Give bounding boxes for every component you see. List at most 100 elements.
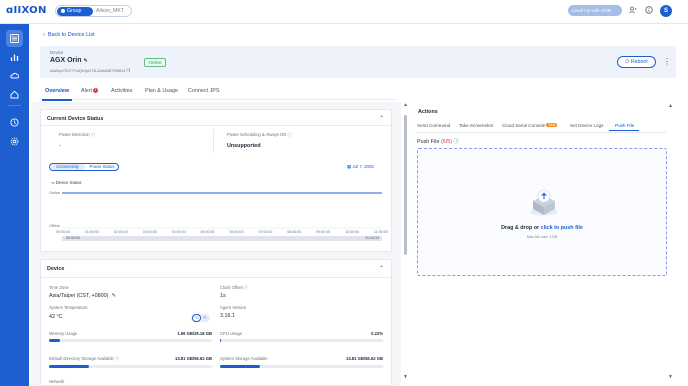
- date-picker-value: Jul 7, 2025: [352, 164, 374, 169]
- time-zone-label: Time Zone: [49, 285, 69, 290]
- sidebar-item-home[interactable]: [6, 86, 23, 103]
- scope-org-button[interactable]: Allxon_MKT: [96, 7, 124, 16]
- top-bar: ɑIIXON Group Allxon_MKT Level Up with OO…: [0, 0, 688, 24]
- x-tick-label: 04:00:00: [171, 230, 186, 234]
- device-list-icon: [10, 34, 19, 43]
- cpu-usage-bar: [220, 339, 383, 342]
- home-icon: [10, 90, 19, 99]
- celsius-option[interactable]: °C: [192, 314, 201, 322]
- device-tabs: Overview Alert 1 Activities Plan & Usage …: [40, 86, 395, 100]
- beta-badge: Beta: [546, 123, 558, 127]
- scope-group-label: Group: [67, 8, 82, 14]
- info-icon[interactable]: ⓘ: [91, 132, 95, 137]
- level-up-label: Level Up with OOB: [572, 8, 612, 13]
- collapse-chevron-icon[interactable]: ⌃: [379, 115, 384, 122]
- max-file-size-text: Max file size: 1GB: [526, 235, 558, 239]
- actions-tab-divider: [416, 132, 666, 133]
- system-temperature-label: System Temperature: [49, 305, 88, 310]
- date-picker[interactable]: ▦ Jul 7, 2025: [347, 164, 374, 170]
- chart-title-text: Device Status: [55, 180, 82, 185]
- right-scroll-up-icon[interactable]: ▲: [668, 103, 673, 109]
- time-zone-value: Asia/Taipei (CST, +0800) ✎: [49, 293, 116, 299]
- default-directory-bar: [49, 365, 212, 368]
- tab-connect-jps[interactable]: Connect JPS: [188, 88, 219, 94]
- info-icon[interactable]: ⓘ: [288, 132, 292, 137]
- power-status-pill[interactable]: Power Status: [85, 164, 119, 170]
- sidebar-item-history[interactable]: [6, 114, 23, 131]
- device-id: #AAfpU7K2TTuiQhJpDTfL2AA5087935D3 ❐: [50, 68, 130, 73]
- actions-title: Actions: [418, 109, 438, 115]
- x-tick-label: 11:00:00: [374, 230, 388, 234]
- tab-push-file[interactable]: Push File: [615, 123, 634, 128]
- tab-send-command[interactable]: Send Command: [417, 123, 450, 128]
- scroll-down-icon[interactable]: ▼: [403, 374, 408, 380]
- device-label: Device: [50, 50, 64, 55]
- temperature-unit-toggle[interactable]: °C °F: [191, 314, 210, 322]
- fahrenheit-option[interactable]: °F: [203, 314, 207, 322]
- network-label: Network: [49, 379, 65, 384]
- x-tick-label: 01:00:00: [84, 230, 99, 234]
- right-scroll-down-icon[interactable]: ▼: [668, 374, 673, 380]
- info-icon[interactable]: [644, 6, 653, 15]
- agent-version-label: Agent Version: [220, 305, 247, 310]
- cloud-icon: [10, 72, 19, 79]
- back-to-device-list-link[interactable]: ‹ Back to Device List: [43, 32, 95, 38]
- level-up-button[interactable]: Level Up with OOB: [568, 5, 622, 16]
- more-menu-icon[interactable]: ⋮: [663, 57, 671, 67]
- sidebar-item-settings[interactable]: [6, 133, 23, 150]
- time-range-slider[interactable]: 00:00:00 11:14:34: [62, 236, 382, 241]
- connectivity-pill[interactable]: Connectivity: [50, 164, 85, 170]
- drop-text: Drag & drop or: [501, 225, 540, 231]
- reboot-button[interactable]: ⏻ Reboot: [617, 56, 656, 68]
- power-detection-value: -: [59, 143, 61, 149]
- user-avatar[interactable]: S: [660, 5, 672, 17]
- device-id-text: #AAfpU7K2TTuiQhJpDTfL2AA5087935D3: [50, 68, 126, 73]
- device-status-chart-title: ↝ Device Status: [51, 180, 82, 185]
- sidebar-divider: [8, 105, 21, 106]
- clock-offset-label: Clock Offset ⓘ: [220, 285, 248, 291]
- tab-plan-usage[interactable]: Plan & Usage: [145, 88, 178, 94]
- device-status-chart: [62, 192, 382, 229]
- copy-icon[interactable]: ❐: [126, 68, 130, 73]
- scroll-up-icon[interactable]: ▲: [403, 102, 408, 108]
- chart-mode-toggle: Connectivity Power Status: [49, 163, 119, 171]
- tab-alert[interactable]: Alert 1: [81, 88, 99, 94]
- file-dropzone[interactable]: Drag & drop or click to push file Max fi…: [417, 148, 667, 276]
- push-file-label: Push File: [417, 139, 440, 145]
- sidebar-item-analytics[interactable]: [6, 49, 23, 66]
- collapse-chevron-icon[interactable]: ⌃: [379, 265, 384, 272]
- left-pane-scroll-thumb[interactable]: [404, 115, 407, 255]
- edit-pencil-icon[interactable]: ✎: [83, 58, 87, 64]
- power-detection-label-text: Power Detection: [59, 132, 90, 137]
- x-tick-label: 06:00:00: [229, 230, 244, 234]
- tab-set-device-logs[interactable]: Set Device Logs: [570, 123, 603, 128]
- x-tick-label: 02:00:00: [113, 230, 128, 234]
- tab-take-screenshot[interactable]: Take Screenshot: [459, 123, 493, 128]
- allxon-logo[interactable]: ɑIIXON: [6, 5, 47, 16]
- user-switch-icon[interactable]: [628, 6, 637, 15]
- cpu-usage-value: 0.22%: [371, 331, 383, 336]
- tab-activities[interactable]: Activities: [111, 88, 132, 94]
- info-icon[interactable]: ⓘ: [244, 285, 248, 290]
- sidebar-item-cloud[interactable]: [6, 67, 23, 84]
- vertical-divider: [213, 129, 214, 153]
- panel-divider: [41, 277, 391, 278]
- scope-group-button[interactable]: Group: [57, 7, 93, 16]
- group-icon: [61, 8, 65, 13]
- power-schedule-value: Unsupported: [227, 143, 261, 149]
- tab-cloud-serial-console[interactable]: Cloud Serial Console Beta: [502, 123, 558, 128]
- sidebar-item-devices[interactable]: [6, 30, 23, 47]
- info-icon[interactable]: ⓘ: [454, 139, 459, 145]
- scope-toggle[interactable]: Group Allxon_MKT: [55, 5, 132, 17]
- default-directory-value: 13.81 GB/56.62 GB: [174, 356, 212, 361]
- panel-divider: [41, 125, 391, 126]
- system-storage-bar: [220, 365, 383, 368]
- system-temperature-value: 42 °C: [49, 314, 63, 320]
- power-schedule-label: Power Scheduling & Always ON ⓘ: [227, 132, 292, 138]
- y-offline-label: Offline: [49, 224, 60, 228]
- range-end-label: 11:14:34: [365, 236, 379, 240]
- tab-overview[interactable]: Overview: [45, 88, 69, 94]
- edit-pencil-icon[interactable]: ✎: [111, 293, 116, 299]
- click-to-push-file-link[interactable]: click to push file: [541, 225, 583, 231]
- time-zone-text: Asia/Taipei (CST, +0800): [49, 293, 109, 299]
